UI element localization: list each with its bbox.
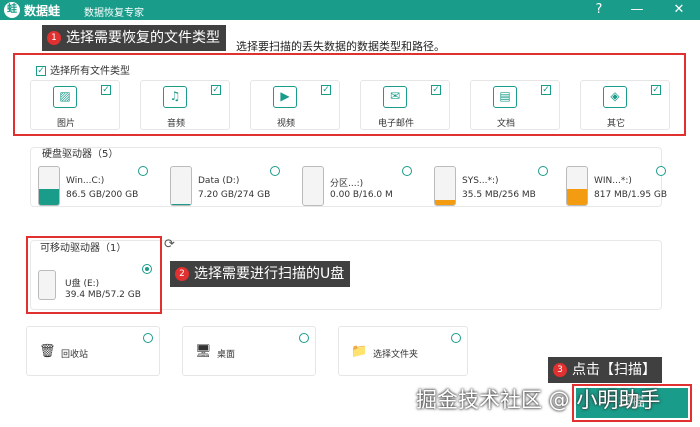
step2-number: 2 <box>175 267 189 281</box>
step3-text: 点击【扫描】 <box>572 362 656 378</box>
hard-drive-icon <box>302 166 324 206</box>
location-radio[interactable] <box>143 333 153 343</box>
type-label: 电子邮件 <box>377 119 414 129</box>
drive-name: Data (D:) <box>198 176 240 186</box>
drive-name: U盘 (E:) <box>65 279 100 289</box>
drive-name: Win...C:) <box>66 176 105 186</box>
location-recycle-bin[interactable]: 🗑 回收站 <box>26 326 160 376</box>
type-label: 图片 <box>56 119 75 129</box>
image-icon: ▨ <box>53 86 77 108</box>
hard-drive-title: 硬盘驱动器（5） <box>42 149 119 160</box>
location-label: 选择文件夹 <box>373 350 419 360</box>
type-card-audio[interactable]: ♫ ✓ 音频 <box>140 80 230 130</box>
select-all-checkbox[interactable]: ✓ <box>36 66 46 76</box>
type-label: 音频 <box>166 119 185 129</box>
video-icon: ▶ <box>273 86 297 108</box>
drive-size: 35.5 MB/256 MB <box>462 190 536 200</box>
drive-sys[interactable]: SYS...*:) 35.5 MB/256 MB <box>434 166 554 208</box>
folder-icon: 📁 <box>351 344 368 359</box>
step3-number: 3 <box>553 363 567 377</box>
drive-win[interactable]: WIN...*:) 817 MB/1.95 GB <box>566 166 668 208</box>
drive-size: 7.20 GB/274 GB <box>198 190 271 200</box>
recycle-bin-icon: 🗑 <box>39 344 56 359</box>
drive-name: 分区...:) <box>330 179 364 189</box>
usb-drive-icon <box>38 270 56 300</box>
removable-title: 可移动驱动器（1） <box>40 243 127 254</box>
drive-name: SYS...*:) <box>462 176 499 186</box>
drive-win-radio[interactable] <box>656 166 666 176</box>
type-label: 文档 <box>496 119 515 129</box>
location-radio[interactable] <box>299 333 309 343</box>
location-choose-folder[interactable]: 📁 选择文件夹 <box>338 326 468 376</box>
drive-usb[interactable]: U盘 (E:) 39.4 MB/57.2 GB <box>38 264 148 306</box>
drive-size: 86.5 GB/200 GB <box>66 190 139 200</box>
music-icon: ♫ <box>163 86 187 108</box>
hard-drive-icon <box>38 166 60 206</box>
drive-size: 817 MB/1.95 GB <box>594 190 668 200</box>
select-all-label: 选择所有文件类型 <box>50 66 130 77</box>
drive-sys-radio[interactable] <box>538 166 548 176</box>
help-icon[interactable]: ? <box>590 1 608 19</box>
type-checkbox[interactable]: ✓ <box>431 85 441 95</box>
drive-usb-radio[interactable] <box>142 264 152 274</box>
type-card-email[interactable]: ✉ ✓ 电子邮件 <box>360 80 450 130</box>
hard-drive-icon <box>566 166 588 206</box>
step3-callout: 3 点击【扫描】 <box>548 357 662 383</box>
type-card-other[interactable]: ◈ ✓ 其它 <box>580 80 670 130</box>
drive-d-radio[interactable] <box>270 166 280 176</box>
document-icon: ▤ <box>493 86 517 108</box>
select-all-types[interactable]: ✓ 选择所有文件类型 <box>36 62 130 77</box>
drive-size: 0.00 B/16.0 M <box>330 190 393 200</box>
step1-text: 选择需要恢复的文件类型 <box>66 30 220 46</box>
step1-number: 1 <box>47 31 61 45</box>
drive-c-radio[interactable] <box>138 166 148 176</box>
type-card-image[interactable]: ▨ ✓ 图片 <box>30 80 120 130</box>
location-label: 回收站 <box>61 350 89 360</box>
minimize-icon[interactable]: — <box>628 1 646 19</box>
hard-drive-icon <box>434 166 456 206</box>
type-checkbox[interactable]: ✓ <box>101 85 111 95</box>
app-logo-icon: 蛙 <box>4 2 20 18</box>
type-label: 其它 <box>606 119 625 129</box>
type-checkbox[interactable]: ✓ <box>541 85 551 95</box>
type-checkbox[interactable]: ✓ <box>321 85 331 95</box>
type-checkbox[interactable]: ✓ <box>651 85 661 95</box>
location-radio[interactable] <box>451 333 461 343</box>
refresh-icon[interactable]: ⟳ <box>164 237 175 252</box>
step2-text: 选择需要进行扫描的U盘 <box>194 266 345 282</box>
drive-partition-radio[interactable] <box>402 166 412 176</box>
type-checkbox[interactable]: ✓ <box>211 85 221 95</box>
email-icon: ✉ <box>383 86 407 108</box>
drive-size: 39.4 MB/57.2 GB <box>65 290 141 300</box>
location-label: 桌面 <box>217 350 236 360</box>
instruction-text: 选择要扫描的丢失数据的数据类型和路径。 <box>236 40 445 53</box>
type-card-document[interactable]: ▤ ✓ 文档 <box>470 80 560 130</box>
step2-callout: 2 选择需要进行扫描的U盘 <box>170 261 351 287</box>
watermark-text: 掘金技术社区 @ 小明助手 <box>416 388 661 412</box>
desktop-icon: 🖥 <box>195 344 212 359</box>
hard-drive-icon <box>170 166 192 206</box>
location-desktop[interactable]: 🖥 桌面 <box>182 326 316 376</box>
app-subtitle: 数据恢复专家 <box>84 8 144 19</box>
other-icon: ◈ <box>603 86 627 108</box>
app-name: 数据蛙 <box>24 4 61 18</box>
type-label: 视频 <box>276 119 295 129</box>
type-card-video[interactable]: ▶ ✓ 视频 <box>250 80 340 130</box>
step1-callout: 1 选择需要恢复的文件类型 <box>42 25 226 51</box>
title-bar: 蛙 数据蛙 数据恢复专家 ? — ✕ <box>0 0 700 20</box>
drive-name: WIN...*:) <box>594 176 632 186</box>
close-icon[interactable]: ✕ <box>670 1 688 19</box>
